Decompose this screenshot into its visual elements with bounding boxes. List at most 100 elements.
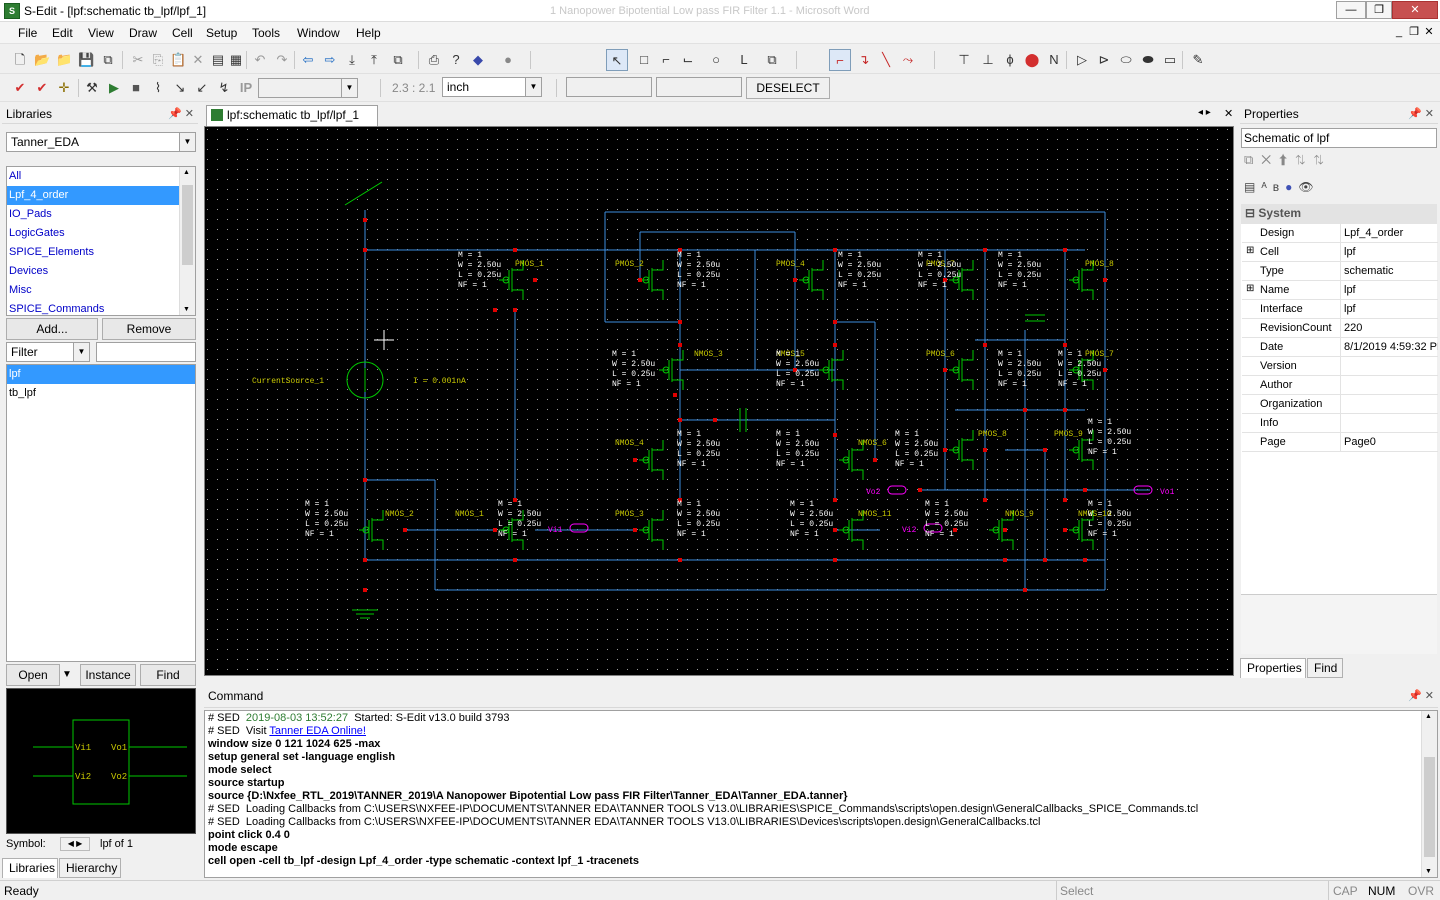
library-item[interactable]: Lpf_4_order bbox=[7, 186, 195, 205]
mdi-close-button[interactable]: ✕ bbox=[1422, 25, 1436, 39]
setup-simulation-icon[interactable]: ⚒ bbox=[84, 80, 100, 96]
menu-file[interactable]: File bbox=[18, 26, 37, 40]
close-button[interactable]: ✕ bbox=[1392, 1, 1438, 19]
ground-symbol-icon[interactable]: ⊤ bbox=[956, 52, 972, 68]
open-file-icon[interactable]: 📂 bbox=[34, 52, 50, 68]
tab-find[interactable]: Find bbox=[1307, 658, 1343, 678]
save-icon[interactable]: 💾 bbox=[78, 52, 94, 68]
symbol-nav-arrows[interactable]: ◀ ▶ bbox=[60, 837, 90, 851]
add-library-button[interactable]: Add... bbox=[6, 318, 98, 340]
properties-view-icons[interactable]: ▤ᴬʙ●👁 bbox=[1244, 180, 1320, 194]
box-tool-icon[interactable]: □ bbox=[636, 52, 652, 68]
restore-button[interactable]: ❐ bbox=[1366, 1, 1392, 19]
property-value[interactable]: lpf bbox=[1344, 303, 1438, 315]
forward-icon[interactable]: ⇨ bbox=[322, 52, 338, 68]
copy-icon[interactable]: ⎘ bbox=[150, 52, 166, 68]
circle-tool-icon[interactable]: ○ bbox=[708, 52, 724, 68]
property-row[interactable]: ⊞ Cell lpf bbox=[1242, 243, 1438, 262]
input-port-icon[interactable]: ▷ bbox=[1074, 52, 1090, 68]
property-value[interactable]: 220 bbox=[1344, 322, 1438, 334]
panel-pin-close-icon[interactable]: 📌 ✕ bbox=[1408, 689, 1434, 702]
library-list-scrollbar[interactable]: ▲ ▼ bbox=[179, 167, 195, 315]
mdi-restore-button[interactable]: ❐ bbox=[1407, 25, 1421, 39]
cell-list[interactable]: lpf tb_lpf bbox=[6, 364, 196, 662]
push-into-icon[interactable]: ⤓ bbox=[344, 52, 360, 68]
property-value[interactable]: lpf bbox=[1344, 246, 1438, 258]
ip-combo[interactable]: ▼ bbox=[258, 78, 358, 98]
filter-input[interactable] bbox=[96, 342, 196, 362]
tab-hierarchy[interactable]: Hierarchy bbox=[59, 858, 121, 878]
menu-view[interactable]: View bbox=[88, 26, 114, 40]
print-icon[interactable]: ⎙ bbox=[426, 52, 442, 68]
label-tool-icon[interactable]: L bbox=[736, 52, 752, 68]
redo-icon[interactable]: ↷ bbox=[274, 52, 290, 68]
library-item[interactable]: SPICE_Commands bbox=[7, 300, 195, 315]
property-row[interactable]: Author bbox=[1242, 376, 1438, 395]
tab-libraries[interactable]: Libraries bbox=[2, 858, 58, 878]
property-row[interactable]: Interface lpf bbox=[1242, 300, 1438, 319]
library-select[interactable]: Tanner_EDA ▼ bbox=[6, 132, 196, 152]
library-item[interactable]: Devices bbox=[7, 262, 195, 281]
crosshair-icon[interactable]: ✛ bbox=[56, 80, 72, 96]
paste-icon[interactable]: 📋 bbox=[170, 52, 186, 68]
stop-simulation-icon[interactable]: ■ bbox=[128, 80, 144, 96]
run-simulation-icon[interactable]: ▶ bbox=[106, 80, 122, 96]
minimize-button[interactable]: — bbox=[1336, 1, 1366, 19]
property-value[interactable]: Page0 bbox=[1344, 436, 1438, 448]
tab-scroll-arrows[interactable]: ◂ ▸ bbox=[1198, 107, 1211, 118]
property-value[interactable]: lpf bbox=[1344, 284, 1438, 296]
menu-edit[interactable]: Edit bbox=[52, 26, 73, 40]
tab-schematic[interactable]: lpf:schematic tb_lpf/lpf_1 bbox=[206, 105, 378, 126]
probe-current-icon[interactable]: ↙ bbox=[194, 80, 210, 96]
save-all-icon[interactable]: ⧉ bbox=[100, 52, 116, 68]
delete-icon[interactable]: ✕ bbox=[190, 52, 206, 68]
probe-charge-icon[interactable]: ↯ bbox=[216, 80, 232, 96]
waveform-icon[interactable]: ⌇ bbox=[150, 80, 166, 96]
menu-cell[interactable]: Cell bbox=[172, 26, 193, 40]
pen-icon[interactable]: ✎ bbox=[1190, 52, 1206, 68]
probe-voltage-icon[interactable]: ↘ bbox=[172, 80, 188, 96]
select-tool-icon[interactable]: ↖ bbox=[606, 49, 628, 71]
library-item[interactable]: SPICE_Elements bbox=[7, 243, 195, 262]
properties-icon[interactable]: ▤ bbox=[210, 52, 226, 68]
tab-close-icon[interactable]: ✕ bbox=[1224, 107, 1233, 120]
tanner-online-link[interactable]: Tanner EDA Online! bbox=[269, 725, 366, 737]
record-icon[interactable]: ● bbox=[500, 52, 516, 68]
open-cell-button[interactable]: Open bbox=[6, 664, 60, 686]
property-value[interactable]: 8/1/2019 4:59:32 PM bbox=[1344, 341, 1438, 353]
command-output[interactable]: # SED 2019-08-03 13:52:27 Started: S-Edi… bbox=[204, 710, 1438, 878]
menu-window[interactable]: Window bbox=[297, 26, 340, 40]
deselect-button[interactable]: DESELECT bbox=[746, 77, 830, 99]
mdi-minimize-button[interactable]: _ bbox=[1392, 25, 1406, 39]
property-row[interactable]: Version bbox=[1242, 357, 1438, 376]
cell-item[interactable]: lpf bbox=[7, 365, 195, 384]
pin-symbol-icon[interactable]: ⊥ bbox=[980, 52, 996, 68]
new-file-icon[interactable]: 🗋 bbox=[12, 52, 28, 68]
library-list[interactable]: All Lpf_4_order IO_Pads LogicGates SPICE_Ele… bbox=[6, 166, 196, 316]
check-cell-icon[interactable]: ✔ bbox=[34, 80, 50, 96]
net-bend-icon[interactable]: ↴ bbox=[856, 52, 872, 68]
menu-draw[interactable]: Draw bbox=[129, 26, 157, 40]
filter-select[interactable]: Filter ▼ bbox=[6, 342, 90, 362]
net-diagonal-icon[interactable]: ╲ bbox=[878, 52, 894, 68]
property-value[interactable]: schematic bbox=[1344, 265, 1438, 277]
net-name-icon[interactable]: N bbox=[1046, 52, 1062, 68]
global-port-icon[interactable]: ▭ bbox=[1162, 52, 1178, 68]
view-options-icon[interactable]: ⧉ bbox=[390, 52, 406, 68]
property-row[interactable]: Date 8/1/2019 4:59:32 PM bbox=[1242, 338, 1438, 357]
tanner-online-icon[interactable]: ◆ bbox=[470, 52, 486, 68]
grid-icon[interactable]: ▦ bbox=[228, 52, 244, 68]
tab-properties[interactable]: Properties bbox=[1240, 658, 1306, 678]
undo-icon[interactable]: ↶ bbox=[252, 52, 268, 68]
ip-label[interactable]: IP bbox=[236, 80, 256, 96]
library-item[interactable]: LogicGates bbox=[7, 224, 195, 243]
schematic-canvas[interactable]: PMOS_1 PMOS_2 PMOS_4 PMOS_7 PMOS_8 NMOS_3 NMOS… bbox=[204, 126, 1234, 676]
command-scrollbar[interactable]: ▲ ▼ bbox=[1421, 711, 1437, 877]
property-row[interactable]: Organization bbox=[1242, 395, 1438, 414]
panel-pin-close-icon[interactable]: 📌 ✕ bbox=[168, 107, 194, 120]
bidirectional-port-icon[interactable]: ⬭ bbox=[1118, 52, 1134, 68]
expand-icon[interactable]: ⊞ bbox=[1246, 245, 1254, 256]
library-item[interactable]: IO_Pads bbox=[7, 205, 195, 224]
property-row[interactable]: Info bbox=[1242, 414, 1438, 433]
port-tool-icon[interactable]: ⧉ bbox=[764, 52, 780, 68]
